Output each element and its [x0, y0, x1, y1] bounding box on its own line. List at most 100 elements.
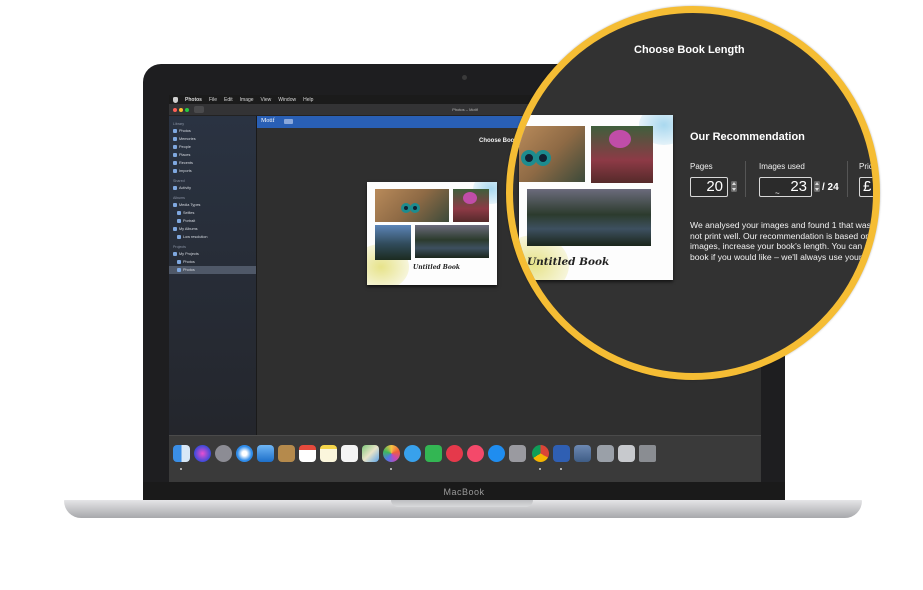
mail-icon[interactable] — [257, 445, 274, 462]
sidebar-item-media-types[interactable]: Media Types — [169, 201, 256, 209]
sidebar-item-label: Places — [179, 153, 191, 157]
price-label: Pric — [859, 162, 873, 171]
recommendation-text: We analysed your images and found 1 that… — [690, 220, 873, 262]
motif-label: Motif — [261, 118, 275, 124]
messages-icon[interactable] — [404, 445, 421, 462]
menu-item-view[interactable]: View — [261, 97, 272, 103]
app-store-icon[interactable] — [488, 445, 505, 462]
book-title: Untitled Book — [413, 264, 461, 271]
music-icon[interactable] — [467, 445, 484, 462]
recents-icon — [173, 161, 177, 165]
launchpad-icon[interactable] — [215, 445, 232, 462]
recommendation-line: book if you would like – we'll always us… — [690, 251, 869, 262]
images-stepper[interactable] — [814, 181, 820, 192]
photo-forest — [527, 189, 651, 246]
pages-stepper[interactable] — [731, 181, 737, 192]
facetime-icon[interactable] — [425, 445, 442, 462]
siri-icon[interactable] — [194, 445, 211, 462]
sidebar-item-my-projects[interactable]: My Projects — [169, 250, 256, 258]
recommendation-line: not print well. Our recommendation is ba… — [690, 230, 871, 241]
running-indicator — [180, 468, 182, 470]
apple-icon[interactable] — [173, 96, 178, 103]
chrome-icon[interactable] — [532, 445, 549, 462]
sidebar-item-label: Imports — [179, 169, 192, 173]
price-field[interactable]: £ — [859, 177, 873, 197]
menu-item-window[interactable]: Window — [278, 97, 296, 103]
motif-menu-button[interactable] — [284, 119, 293, 124]
running-indicator — [539, 468, 541, 470]
pages-field[interactable]: 20 — [690, 177, 728, 197]
magnifier-callout: Choose Book Length Untitled Book Our Rec… — [506, 6, 880, 380]
images-used-label: Images used — [759, 162, 805, 171]
folder-icon — [173, 203, 177, 207]
laptop-brand: MacBook — [443, 487, 485, 497]
safari-icon[interactable] — [236, 445, 253, 462]
activity-icon — [173, 186, 177, 190]
reminders-icon[interactable] — [341, 445, 358, 462]
images-used-field[interactable]: 23 — [759, 177, 812, 197]
photo-flowers — [591, 126, 653, 183]
calendar-icon[interactable] — [299, 445, 316, 462]
sidebar-item-memories[interactable]: Memories — [169, 135, 256, 143]
photo-flowers — [453, 189, 489, 222]
motif-icon[interactable] — [553, 445, 570, 462]
book-preview[interactable]: Untitled Book — [367, 182, 497, 285]
photo-fishing-reel — [519, 126, 585, 182]
sidebar-item-label: Selfies — [183, 211, 195, 215]
project-icon — [177, 268, 181, 272]
preview-icon[interactable] — [574, 445, 591, 462]
sidebar-item-photos[interactable]: Photos — [169, 127, 256, 135]
sidebar-item-project-photos[interactable]: Photos — [169, 258, 256, 266]
recommendation-heading: Our Recommendation — [690, 131, 805, 143]
system-preferences-icon[interactable] — [509, 445, 526, 462]
sidebar-item-imports[interactable]: Imports — [169, 167, 256, 175]
maps-icon[interactable] — [362, 445, 379, 462]
sidebar-item-recents[interactable]: Recents — [169, 159, 256, 167]
sidebar-item-activity[interactable]: Activity — [169, 184, 256, 192]
imports-icon — [173, 169, 177, 173]
album-icon — [177, 235, 181, 239]
menu-item-photos[interactable]: Photos — [185, 97, 202, 103]
sidebar-item-low-resolution[interactable]: Low resolution — [169, 233, 256, 241]
menu-item-image[interactable]: Image — [240, 97, 254, 103]
sidebar-item-my-albums[interactable]: My Albums — [169, 225, 256, 233]
book-title: Untitled Book — [527, 256, 610, 268]
sidebar-item-label: Media Types — [179, 203, 201, 207]
menu-item-edit[interactable]: Edit — [224, 97, 233, 103]
sidebar-item-label: People — [179, 145, 191, 149]
project-icon — [177, 260, 181, 264]
finder-icon[interactable] — [173, 445, 190, 462]
sidebar-item-label: Low resolution — [183, 235, 208, 239]
photos-icon[interactable] — [383, 445, 400, 462]
pages-label: Pages — [690, 162, 713, 171]
running-indicator — [390, 468, 392, 470]
folder-icon — [173, 252, 177, 256]
menu-item-help[interactable]: Help — [303, 97, 313, 103]
stage: Photos File Edit Image View Window Help … — [0, 0, 923, 590]
places-icon — [173, 153, 177, 157]
book-preview-zoomed[interactable]: Untitled Book — [519, 115, 673, 280]
downloads-icon[interactable] — [618, 445, 635, 462]
people-icon — [173, 145, 177, 149]
choose-book-length-heading: Choose Book Length — [634, 44, 745, 56]
sidebar-item-label: Portrait — [183, 219, 196, 223]
contacts-icon[interactable] — [278, 445, 295, 462]
news-icon[interactable] — [446, 445, 463, 462]
images-used-value: 23 — [790, 178, 807, 195]
camera-icon — [462, 75, 467, 80]
sidebar-item-project-photos-selected[interactable]: Photos — [169, 266, 256, 274]
sidebar-item-label: Photos — [183, 260, 195, 264]
sidebar-item-portrait[interactable]: Portrait — [169, 217, 256, 225]
sidebar-item-places[interactable]: Places — [169, 151, 256, 159]
folder-icon — [173, 227, 177, 231]
trash-icon[interactable] — [639, 445, 656, 462]
portrait-icon — [177, 219, 181, 223]
sidebar-item-label: Activity — [179, 186, 192, 190]
sidebar-item-selfies[interactable]: Selfies — [169, 209, 256, 217]
notes-icon[interactable] — [320, 445, 337, 462]
folder-icon[interactable] — [597, 445, 614, 462]
menu-item-file[interactable]: File — [209, 97, 217, 103]
photo-forest — [415, 225, 489, 258]
divider — [745, 161, 746, 197]
sidebar-item-people[interactable]: People — [169, 143, 256, 151]
